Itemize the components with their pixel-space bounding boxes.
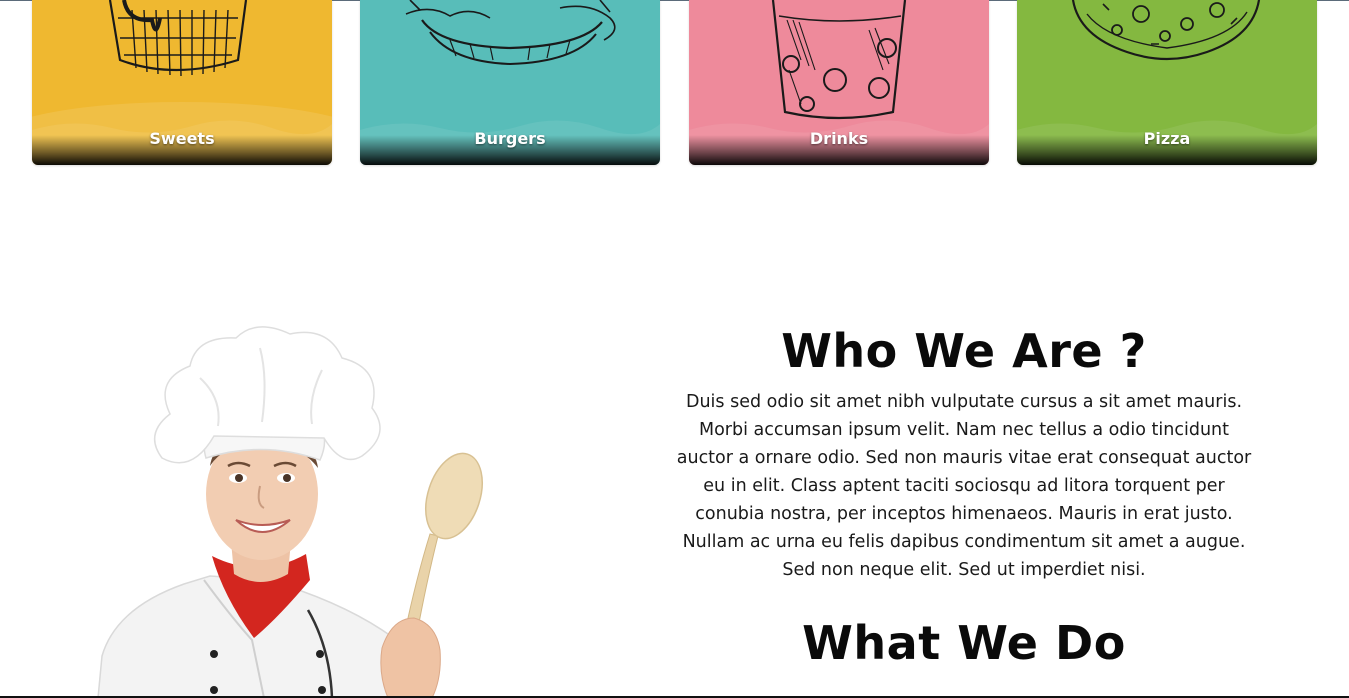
chef-image bbox=[97, 326, 483, 698]
category-card-burgers[interactable]: Burgers bbox=[360, 0, 660, 165]
category-card-pizza[interactable]: Pizza bbox=[1017, 0, 1317, 165]
who-we-are-text: Duis sed odio sit amet nibh vulputate cu… bbox=[676, 392, 1252, 580]
about-section: Who We Are ? Duis sed odio sit amet nibh… bbox=[664, 322, 1264, 672]
category-label: Burgers bbox=[474, 129, 546, 148]
category-label: Pizza bbox=[1143, 129, 1191, 148]
category-label: Sweets bbox=[149, 129, 215, 148]
who-we-are-heading: Who We Are ? bbox=[781, 324, 1147, 378]
what-we-do-heading: What We Do bbox=[802, 616, 1126, 670]
category-card-sweets[interactable]: Sweets bbox=[32, 0, 332, 165]
category-label: Drinks bbox=[809, 129, 869, 148]
category-card-drinks[interactable]: Drinks bbox=[689, 0, 989, 165]
